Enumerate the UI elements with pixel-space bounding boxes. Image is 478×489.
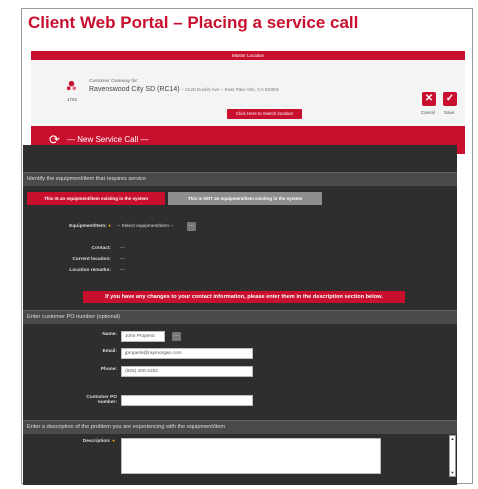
name-lookup-button[interactable]: … <box>172 332 181 341</box>
save-button[interactable]: ✓ <box>443 92 457 106</box>
equipment-label: Equipment/Item: ● <box>69 224 111 229</box>
email-field[interactable]: jpropersi@raymorgan.com <box>121 348 253 359</box>
location-panel: 1793 Customer Gateway for: Ravenswood Ci… <box>31 60 465 126</box>
switch-location-button[interactable]: Click Here to Switch location <box>227 109 302 119</box>
master-location-bar[interactable]: Master Location <box>31 51 465 60</box>
location-id: 1793 <box>67 97 78 102</box>
scroll-up-icon[interactable]: ▲ <box>450 436 455 442</box>
scrollbar[interactable]: ▲ ▼ <box>449 435 456 477</box>
close-icon: ✕ <box>424 93 434 104</box>
current-location-value: --- <box>120 257 125 262</box>
slide-title: Client Web Portal – Placing a service ca… <box>28 13 359 32</box>
name-label: Name: <box>102 332 117 337</box>
equipment-select[interactable]: -- Select equipment/item -- <box>117 224 174 229</box>
required-marker: ● <box>112 439 115 444</box>
phone-label: Phone: <box>100 367 117 372</box>
cancel-label: Cancel <box>421 110 436 115</box>
required-marker: ● <box>108 224 111 229</box>
description-section-heading: Enter a description of the problem you a… <box>23 420 457 434</box>
location-remarks-label: Location remarks: <box>69 268 111 273</box>
equipment-lookup-button[interactable]: … <box>187 222 196 231</box>
identify-section-heading: Identify the equipment/item that require… <box>23 172 457 186</box>
customer-po-label: Customer PO number: <box>86 395 117 405</box>
customer-po-field[interactable] <box>121 395 253 406</box>
gateway-label: Customer Gateway for: <box>89 79 139 84</box>
save-label: Save <box>444 110 455 115</box>
phone-field[interactable]: (925) 400-4162 <box>121 366 253 377</box>
email-label: Email: <box>102 349 117 354</box>
location-remarks-value: --- <box>120 268 125 273</box>
location-pin-icon <box>66 80 77 91</box>
contact-value: --- <box>120 246 125 251</box>
toggle-existing-equipment[interactable]: This IS an equipment/item existing in th… <box>27 192 165 205</box>
location-name: Ravenswood City SD (RC14) <box>89 86 180 93</box>
new-service-call-title: — New Service Call — <box>67 135 149 144</box>
location-address: – 2120 Euclid Ave – East Palo Alto, CA 9… <box>179 88 280 93</box>
cancel-button[interactable]: ✕ <box>422 92 436 106</box>
toggle-not-existing-equipment[interactable]: This is NOT an equipment/item existing i… <box>168 192 322 205</box>
checkmark-icon: ✓ <box>445 93 455 104</box>
description-label: Description: ● <box>82 439 115 444</box>
po-section-heading: Enter customer PO number (optional) <box>23 310 457 324</box>
current-location-label: Current location: <box>72 257 111 262</box>
description-textarea[interactable] <box>121 438 381 474</box>
location-name-line: Ravenswood City SD (RC14) – 2120 Euclid … <box>89 86 280 93</box>
contact-warning-banner: If you have any changes to your contact … <box>83 291 405 303</box>
name-field[interactable]: John Propersi <box>121 331 165 342</box>
service-call-form: Identify the equipment/item that require… <box>23 145 457 485</box>
contact-label: Contact: <box>91 246 111 251</box>
scroll-down-icon[interactable]: ▼ <box>450 470 455 476</box>
